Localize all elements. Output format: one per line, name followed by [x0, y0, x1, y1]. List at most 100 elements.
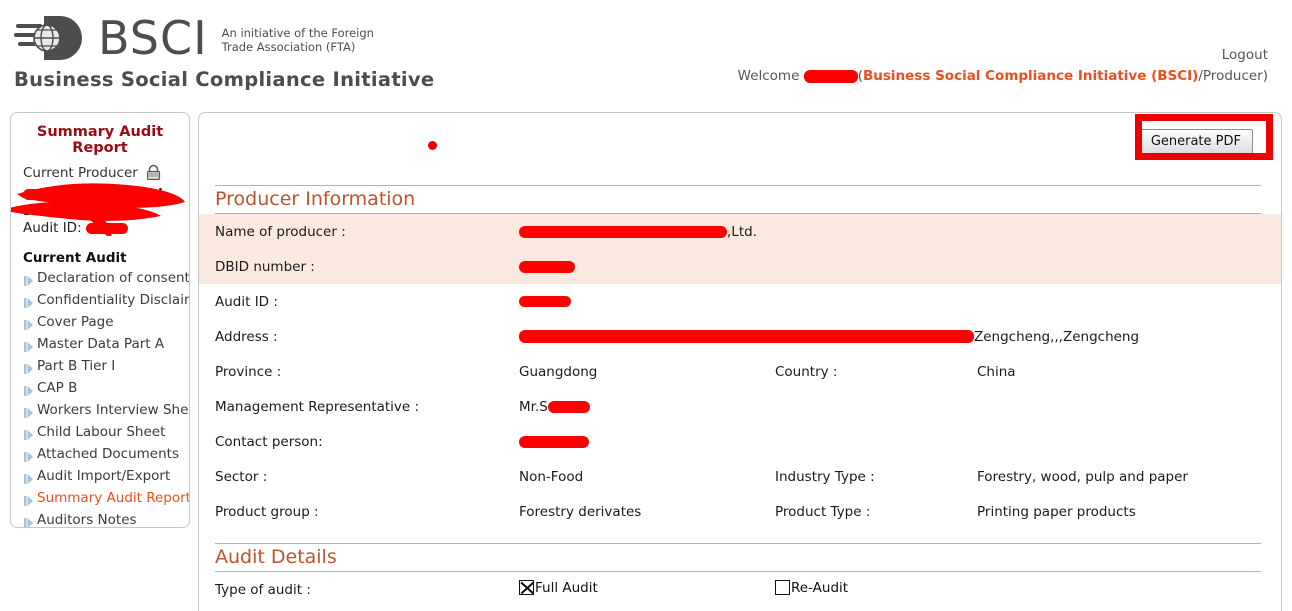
label-management-representative: Management Representative : — [215, 398, 420, 415]
chevron-right-icon — [24, 426, 33, 440]
current-audit-heading: Current Audit — [23, 250, 127, 266]
value-name-of-producer: ,Ltd. — [519, 224, 1281, 240]
value-product-type: Printing paper products — [977, 503, 1136, 520]
lock-icon — [145, 164, 162, 185]
value-province: Guangdong — [519, 363, 598, 380]
logo-tagline-line2: Trade Association (FTA) — [221, 40, 356, 54]
producer-audit-id: Audit ID: — [23, 220, 189, 236]
welcome-bar: Welcome (Business Social Compliance Init… — [738, 68, 1268, 84]
label-type-of-audit: Type of audit : — [215, 581, 311, 598]
sidebar-item-part-b-tier-i[interactable]: Part B Tier I — [11, 355, 189, 377]
sidebar-item-child-labour-sheet[interactable]: Child Labour Sheet — [11, 421, 189, 443]
full-audit-option[interactable]: Full Audit — [519, 580, 775, 600]
redacted-producer-name-value — [519, 225, 727, 238]
full-audit-checkbox[interactable] — [519, 580, 534, 596]
chevron-right-icon — [24, 382, 33, 396]
sidebar-item-label: Workers Interview Sheet — [37, 402, 190, 418]
label-contact-person: Contact person: — [215, 433, 323, 450]
sidebar-title: Summary Audit Report — [36, 124, 164, 156]
logout-link[interactable]: Logout — [1222, 47, 1268, 63]
sidebar-nav-list: Declaration of consent Confidentiality Di… — [11, 267, 189, 528]
full-audit-label: Full Audit — [535, 579, 598, 596]
audit-details-heading: Audit Details — [215, 543, 1261, 572]
current-producer-text: Current Producer — [23, 165, 138, 181]
value-contact-person — [519, 434, 1281, 450]
row-province-country: Province : Guangdong Country : China — [199, 354, 1281, 389]
row-address: Address : Zengcheng,,,Zengcheng — [199, 319, 1281, 354]
value-product-group: Forestry derivates — [519, 503, 642, 520]
re-audit-option[interactable]: Re-Audit — [775, 580, 1281, 600]
value-address: Zengcheng,,,Zengcheng — [519, 329, 1281, 345]
sidebar-item-confidentiality-disclaimer[interactable]: Confidentiality Disclaimer — [11, 289, 189, 311]
value-country: China — [977, 363, 1016, 380]
redacted-address — [519, 330, 974, 343]
value-industry-type: Forestry, wood, pulp and paper — [977, 468, 1188, 485]
producer-name-suffix-value: ,Ltd. — [727, 223, 757, 240]
value-audit-id — [519, 294, 1281, 310]
sidebar-item-label: Summary Audit Report — [37, 490, 190, 506]
sidebar-item-cap-b[interactable]: CAP B — [11, 377, 189, 399]
sidebar-item-summary-audit-report[interactable]: Summary Audit Report — [11, 487, 189, 509]
logo-acronym: BSCI — [98, 11, 208, 65]
sidebar-item-cover-page[interactable]: Cover Page — [11, 311, 189, 333]
sidebar-item-attached-documents[interactable]: Attached Documents — [11, 443, 189, 465]
label-industry-type: Industry Type : — [775, 468, 875, 485]
sidebar-item-auditors-notes[interactable]: Auditors Notes — [11, 509, 189, 528]
row-dbid-number: DBID number : — [199, 249, 1281, 284]
main-content-panel: Generate PDF Producer Information Name o… — [198, 112, 1282, 611]
sidebar-item-label: Confidentiality Disclaimer — [37, 292, 189, 308]
chevron-right-icon — [24, 294, 33, 308]
sidebar-item-master-data-part-a[interactable]: Master Data Part A — [11, 333, 189, 355]
row-audit-id: Audit ID : — [199, 284, 1281, 319]
sidebar-item-workers-interview-sheet[interactable]: Workers Interview Sheet — [11, 399, 189, 421]
current-producer-block: Current Producer ,Ltd. DBID: Audit ID: — [11, 164, 189, 236]
redacted-contact-person — [519, 435, 589, 448]
welcome-prefix: Welcome — [737, 68, 804, 84]
current-producer-label: Current Producer — [23, 164, 189, 185]
dbid-label: DBID: — [23, 203, 71, 219]
row-name-of-producer: Name of producer : ,Ltd. — [199, 214, 1281, 249]
label-sector: Sector : — [215, 468, 268, 485]
producer-information-heading: Producer Information — [215, 185, 1261, 214]
chevron-right-icon — [24, 492, 33, 506]
label-dbid-number: DBID number : — [215, 258, 315, 275]
sidebar-item-audit-import-export[interactable]: Audit Import/Export — [11, 465, 189, 487]
sidebar-item-label: Child Labour Sheet — [37, 424, 166, 440]
row-sector-industry: Sector : Non-Food Industry Type : Forest… — [199, 459, 1281, 494]
sidebar-item-declaration-of-consent[interactable]: Declaration of consent — [11, 267, 189, 289]
redacted-audit-id-value — [85, 222, 128, 234]
row-product-group-type: Product group : Forestry derivates Produ… — [199, 494, 1281, 529]
value-dbid-number — [519, 259, 1281, 275]
generate-pdf-button[interactable]: Generate PDF — [1138, 129, 1253, 155]
welcome-organisation: Business Social Compliance Initiative (B… — [862, 68, 1199, 84]
row-contact-person: Contact person: — [199, 424, 1281, 459]
welcome-role: /Producer) — [1198, 68, 1268, 84]
audit-details-rows: Type of audit : Full Audit Re-Audit — [199, 572, 1281, 607]
redacted-username — [803, 69, 858, 83]
sidebar-item-label: Master Data Part A — [37, 336, 165, 352]
label-audit-id: Audit ID : — [215, 293, 278, 310]
re-audit-checkbox[interactable] — [775, 580, 790, 596]
sidebar-item-label: Cover Page — [37, 314, 114, 330]
sidebar-item-label: Auditors Notes — [37, 512, 137, 528]
bsci-globe-hand-icon — [14, 12, 92, 64]
re-audit-label: Re-Audit — [791, 579, 849, 596]
logo-tagline: An initiative of the Foreign Trade Assoc… — [222, 22, 374, 54]
audit-id-label: Audit ID: — [23, 220, 86, 236]
address-tail: Zengcheng,,,Zengcheng — [974, 328, 1140, 345]
sidebar-item-label: Declaration of consent — [37, 270, 190, 286]
row-type-of-audit: Type of audit : Full Audit Re-Audit — [199, 572, 1281, 607]
producer-name-suffix: ,Ltd. — [133, 186, 168, 202]
chevron-right-icon — [24, 360, 33, 374]
page-root: BSCI An initiative of the Foreign Trade … — [0, 0, 1292, 611]
label-name-of-producer: Name of producer : — [215, 223, 346, 240]
chevron-right-icon — [24, 470, 33, 484]
bsci-logo: BSCI An initiative of the Foreign Trade … — [14, 12, 434, 91]
producer-name: ,Ltd. — [23, 186, 189, 202]
chevron-right-icon — [24, 448, 33, 462]
redacted-dbid-number — [519, 260, 575, 273]
redacted-audit-id — [519, 296, 571, 307]
chevron-right-icon — [24, 316, 33, 330]
label-product-type: Product Type : — [775, 503, 871, 520]
logo-tagline-line1: An initiative of the Foreign — [221, 26, 374, 40]
